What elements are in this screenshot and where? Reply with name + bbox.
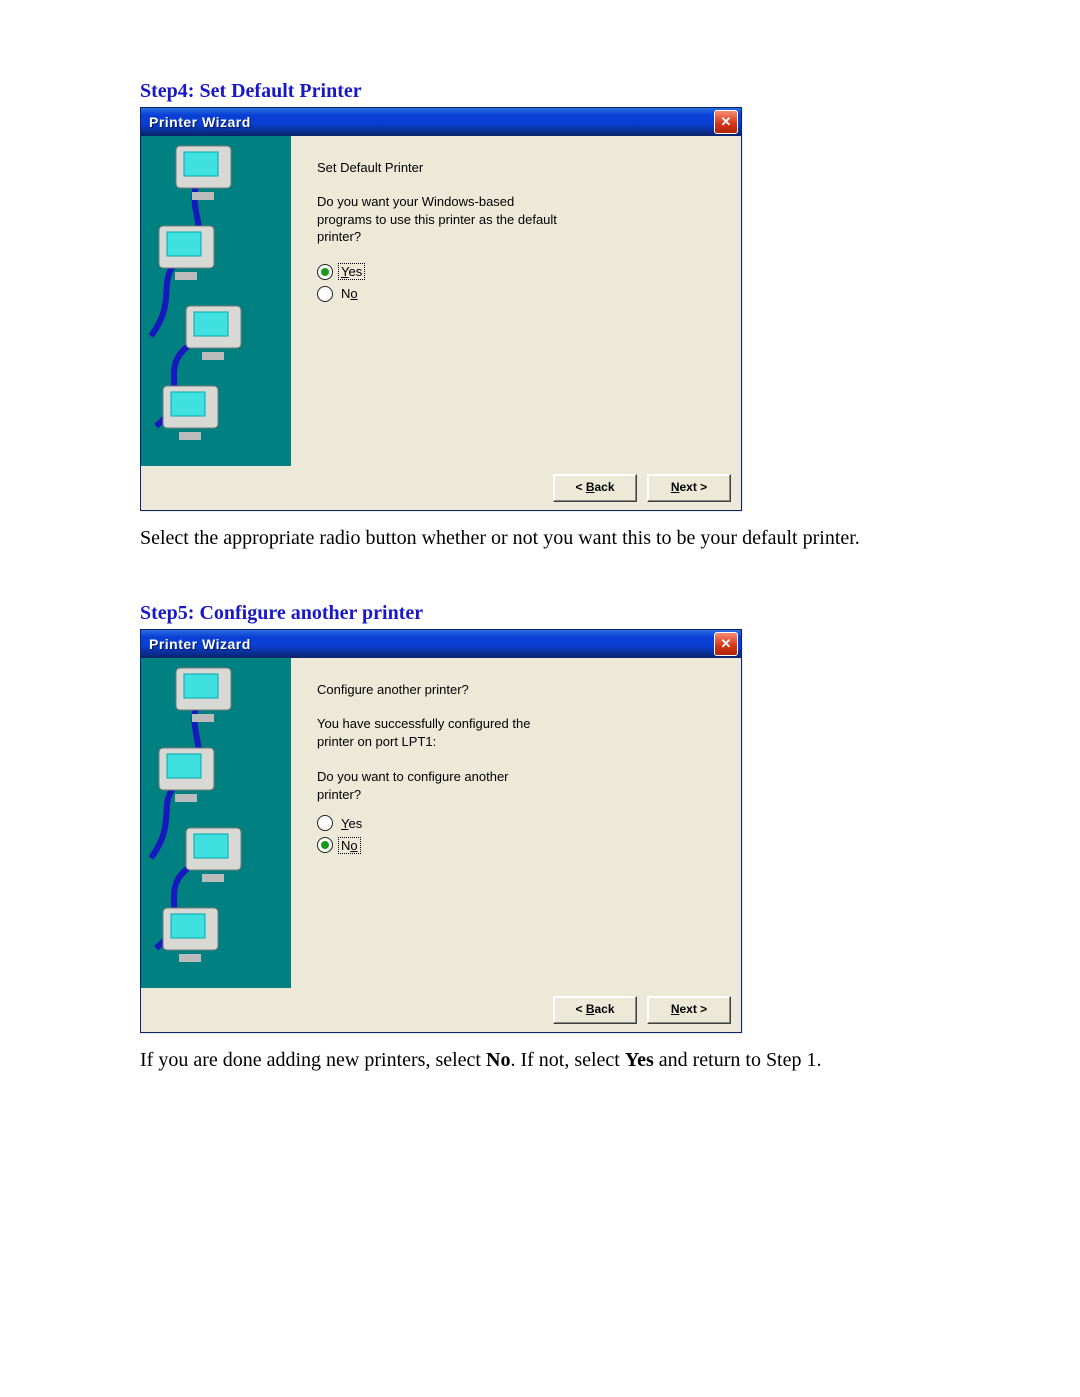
content-body-2: Do you want to configure another printer… — [317, 768, 517, 803]
next-button[interactable]: Next > — [647, 474, 731, 502]
wizard-sidebar-art — [141, 136, 291, 466]
close-button[interactable]: ✕ — [714, 632, 738, 656]
radio-yes[interactable]: Yes — [317, 264, 723, 280]
close-button[interactable]: ✕ — [714, 110, 738, 134]
content-body: Do you want your Windows-based programs … — [317, 193, 567, 246]
radio-icon — [317, 286, 333, 302]
titlebar: Printer Wizard ✕ — [141, 108, 741, 136]
radio-no[interactable]: No — [317, 837, 723, 853]
titlebar: Printer Wizard ✕ — [141, 630, 741, 658]
radio-no[interactable]: No — [317, 286, 723, 302]
back-button[interactable]: < Back — [553, 474, 637, 502]
wizard-content: Set Default Printer Do you want your Win… — [291, 136, 741, 466]
content-heading: Configure another printer? — [317, 682, 723, 697]
step4-caption: Select the appropriate radio button whet… — [140, 525, 940, 552]
radio-yes-label: Yes — [339, 816, 364, 831]
back-button[interactable]: < Back — [553, 996, 637, 1024]
close-icon: ✕ — [721, 114, 732, 130]
wizard-sidebar-art — [141, 658, 291, 988]
radio-icon — [317, 264, 333, 280]
window-title: Printer Wizard — [149, 636, 251, 652]
button-row: < Back Next > — [141, 988, 741, 1032]
wizard-content: Configure another printer? You have succ… — [291, 658, 741, 988]
step5-window: Printer Wizard ✕ Configure another print… — [140, 629, 742, 1033]
close-icon: ✕ — [721, 636, 732, 652]
step4-window: Printer Wizard ✕ Set Default Prin — [140, 107, 742, 511]
step5-caption: If you are done adding new printers, sel… — [140, 1047, 940, 1074]
radio-yes-label: Yes — [339, 264, 364, 279]
configure-another-radio-group: Yes No — [317, 815, 723, 853]
content-body-1: You have successfully configured the pri… — [317, 715, 567, 750]
window-title: Printer Wizard — [149, 114, 251, 130]
next-button[interactable]: Next > — [647, 996, 731, 1024]
radio-yes[interactable]: Yes — [317, 815, 723, 831]
radio-icon — [317, 837, 333, 853]
radio-no-label: No — [339, 286, 360, 301]
content-heading: Set Default Printer — [317, 160, 723, 175]
step4-heading: Step4: Set Default Printer — [140, 80, 940, 103]
radio-icon — [317, 815, 333, 831]
default-printer-radio-group: Yes No — [317, 264, 723, 302]
step5-heading: Step5: Configure another printer — [140, 602, 940, 625]
button-row: < Back Next > — [141, 466, 741, 510]
radio-no-label: No — [339, 838, 360, 853]
